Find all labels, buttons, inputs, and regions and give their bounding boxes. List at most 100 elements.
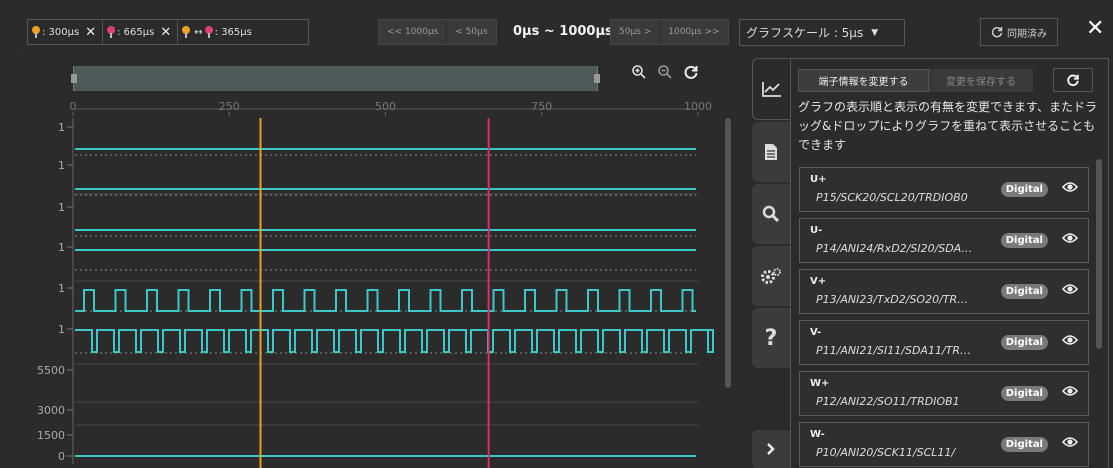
settings-tab[interactable] (752, 246, 790, 306)
signal-type-badge[interactable]: Digital (1000, 233, 1048, 248)
pin-card[interactable]: W+ P12/ANI22/SO11/TRDIOB1 Digital (799, 371, 1089, 416)
pin-function: P14/ANI24/RxD2/SI20/SDA… (816, 242, 973, 255)
nav-back-group: << 1000µs < 50µs (378, 19, 497, 45)
remove-cursor-1-button[interactable]: ✕ (85, 25, 96, 40)
pin-icon (107, 26, 116, 38)
refresh-button[interactable] (1053, 68, 1093, 92)
x-tick-label: 250 (219, 100, 240, 113)
eye-icon[interactable] (1062, 385, 1078, 397)
search-tab[interactable] (752, 184, 790, 244)
pin-name: U- (810, 225, 823, 236)
range-label: 0µs ~ 1000µs (513, 24, 613, 39)
back-1000-button[interactable]: << 1000µs (379, 20, 448, 44)
graph-scale-dropdown[interactable]: グラフスケール : 5µs ▼ (739, 19, 905, 46)
sync-label: 同期済み (1007, 28, 1047, 40)
delta-arrow-icon: ↔ (194, 26, 203, 38)
signal-type-badge[interactable]: Digital (1000, 335, 1048, 350)
cursor-readout: : 300µs ✕ : 665µs ✕ ↔ : 365µs (27, 19, 309, 45)
side-tabs: ? (752, 58, 792, 468)
signal-type-badge[interactable]: Digital (1000, 386, 1048, 401)
panel-scrollbar[interactable] (1096, 159, 1102, 349)
eye-icon[interactable] (1062, 232, 1078, 244)
pin-card[interactable]: W- P10/ANI20/SCK11/SCL11/Digital (799, 422, 1089, 467)
document-tab[interactable] (752, 122, 790, 182)
pin-card[interactable]: V- P11/ANI21/SI11/SDA11/TR… Digital (799, 320, 1089, 365)
pin-function: P15/SCK20/SCL20/TRDIOB0 (816, 191, 968, 204)
collapse-tab[interactable] (752, 430, 790, 468)
cursor-1-label: : 300µs (42, 26, 80, 38)
sync-button[interactable]: 同期済み (980, 18, 1058, 46)
nav-forward-group: 50µs > 1000µs >> (610, 19, 729, 45)
tab-change-pin-info[interactable]: 端子情報を変更する (798, 69, 929, 92)
y-tick-label: 1500 (37, 429, 65, 442)
x-tick-label: 750 (531, 100, 552, 113)
search-icon (762, 205, 780, 223)
eye-icon[interactable] (1062, 181, 1078, 193)
help-icon: ? (764, 325, 778, 351)
pin-card[interactable]: V+ P13/ANI23/TxD2/SO20/TR… Digital (799, 269, 1089, 314)
forward-1000-button[interactable]: 1000µs >> (660, 20, 728, 44)
document-icon (765, 144, 777, 160)
pin-function: P10/ANI20/SCK11/SCL11/ (816, 446, 956, 459)
pulse-signal-trace (75, 329, 714, 353)
delta-label: : 365µs (214, 26, 252, 38)
pin-function: P13/ANI23/TxD2/SO20/TR… (816, 293, 969, 306)
y-tick-label: 1 (58, 121, 65, 134)
graph-scale-label: グラフスケール : 5µs (746, 26, 864, 40)
waveform-plot: 0 250 500 750 1000 1 1 1 1 1 1 5500 3000 1500 0 (23, 52, 743, 468)
pin-name: W+ (810, 378, 830, 389)
cursor-2[interactable]: : 665µs ✕ (102, 20, 177, 44)
top-toolbar: : 300µs ✕ : 665µs ✕ ↔ : 365µs << 1000µs … (0, 0, 1113, 52)
refresh-icon (1067, 74, 1079, 87)
eye-icon[interactable] (1062, 283, 1078, 295)
x-tick-label: 500 (375, 100, 396, 113)
pin-list: U+ P15/SCK20/SCL20/TRDIOB0 Digital U- P14/AN… (799, 167, 1089, 468)
panel-tabs: 端子情報を変更する 変更を保存する (798, 69, 1033, 92)
x-tick-label: 0 (70, 100, 77, 113)
cursor-2-label: : 665µs (117, 26, 155, 38)
back-50-button[interactable]: < 50µs (447, 20, 496, 44)
pin-name: W- (810, 429, 825, 440)
pulse-signal-trace (75, 289, 696, 312)
pin-icon (182, 26, 191, 38)
pin-name: V+ (810, 276, 827, 287)
help-tab[interactable]: ? (752, 308, 790, 368)
close-icon[interactable]: ✕ (1086, 16, 1104, 41)
pin-name: V- (810, 327, 822, 338)
x-tick-label: 1000 (684, 100, 712, 113)
chevron-down-icon: ▼ (871, 27, 879, 38)
pin-icon (204, 26, 213, 38)
chart-tab[interactable] (752, 58, 790, 120)
y-tick-label: 1 (58, 159, 65, 172)
cursor-1[interactable]: : 300µs ✕ (28, 20, 102, 44)
y-tick-label: 3000 (37, 404, 65, 417)
y-tick-label: 5500 (37, 364, 65, 377)
panel-description: グラフの表示順と表示の有無を変更できます、またドラッグ&ドロップによりグラフを重… (798, 100, 1098, 152)
cursor-delta: ↔ : 365µs (177, 20, 256, 44)
pin-card[interactable]: U+ P15/SCK20/SCL20/TRDIOB0 Digital (799, 167, 1089, 212)
settings-icon (761, 268, 781, 284)
eye-icon[interactable] (1062, 334, 1078, 346)
pin-function: P12/ANI22/SO11/TRDIOB1 (816, 395, 960, 408)
chevron-right-icon (767, 443, 775, 455)
y-tick-label: 0 (58, 450, 65, 463)
pin-name: U+ (810, 174, 827, 185)
plot-scrollbar (725, 118, 731, 388)
chart-icon (761, 82, 781, 97)
forward-50-button[interactable]: 50µs > (611, 20, 661, 44)
pin-function: P11/ANI21/SI11/SDA11/TR… (816, 344, 972, 357)
signal-type-badge[interactable]: Digital (1000, 182, 1048, 197)
y-tick-label: 1 (58, 323, 65, 336)
signal-type-badge[interactable]: Digital (1000, 437, 1048, 452)
remove-cursor-2-button[interactable]: ✕ (160, 25, 171, 40)
y-tick-label: 1 (58, 282, 65, 295)
tab-save-changes[interactable]: 変更を保存する (929, 69, 1033, 92)
y-tick-label: 1 (58, 201, 65, 214)
signal-type-badge[interactable]: Digital (1000, 284, 1048, 299)
y-tick-label: 1 (58, 241, 65, 254)
pin-icon (32, 26, 40, 38)
pin-settings-panel: 端子情報を変更する 変更を保存する グラフの表示順と表示の有無を変更できます、ま… (790, 58, 1109, 468)
waveform-canvas[interactable]: 0 250 500 750 1000 1 1 1 1 1 1 5500 3000 1500 0 (23, 52, 743, 468)
pin-card[interactable]: U- P14/ANI24/RxD2/SI20/SDA… Digital (799, 218, 1089, 263)
eye-icon[interactable] (1062, 436, 1078, 448)
